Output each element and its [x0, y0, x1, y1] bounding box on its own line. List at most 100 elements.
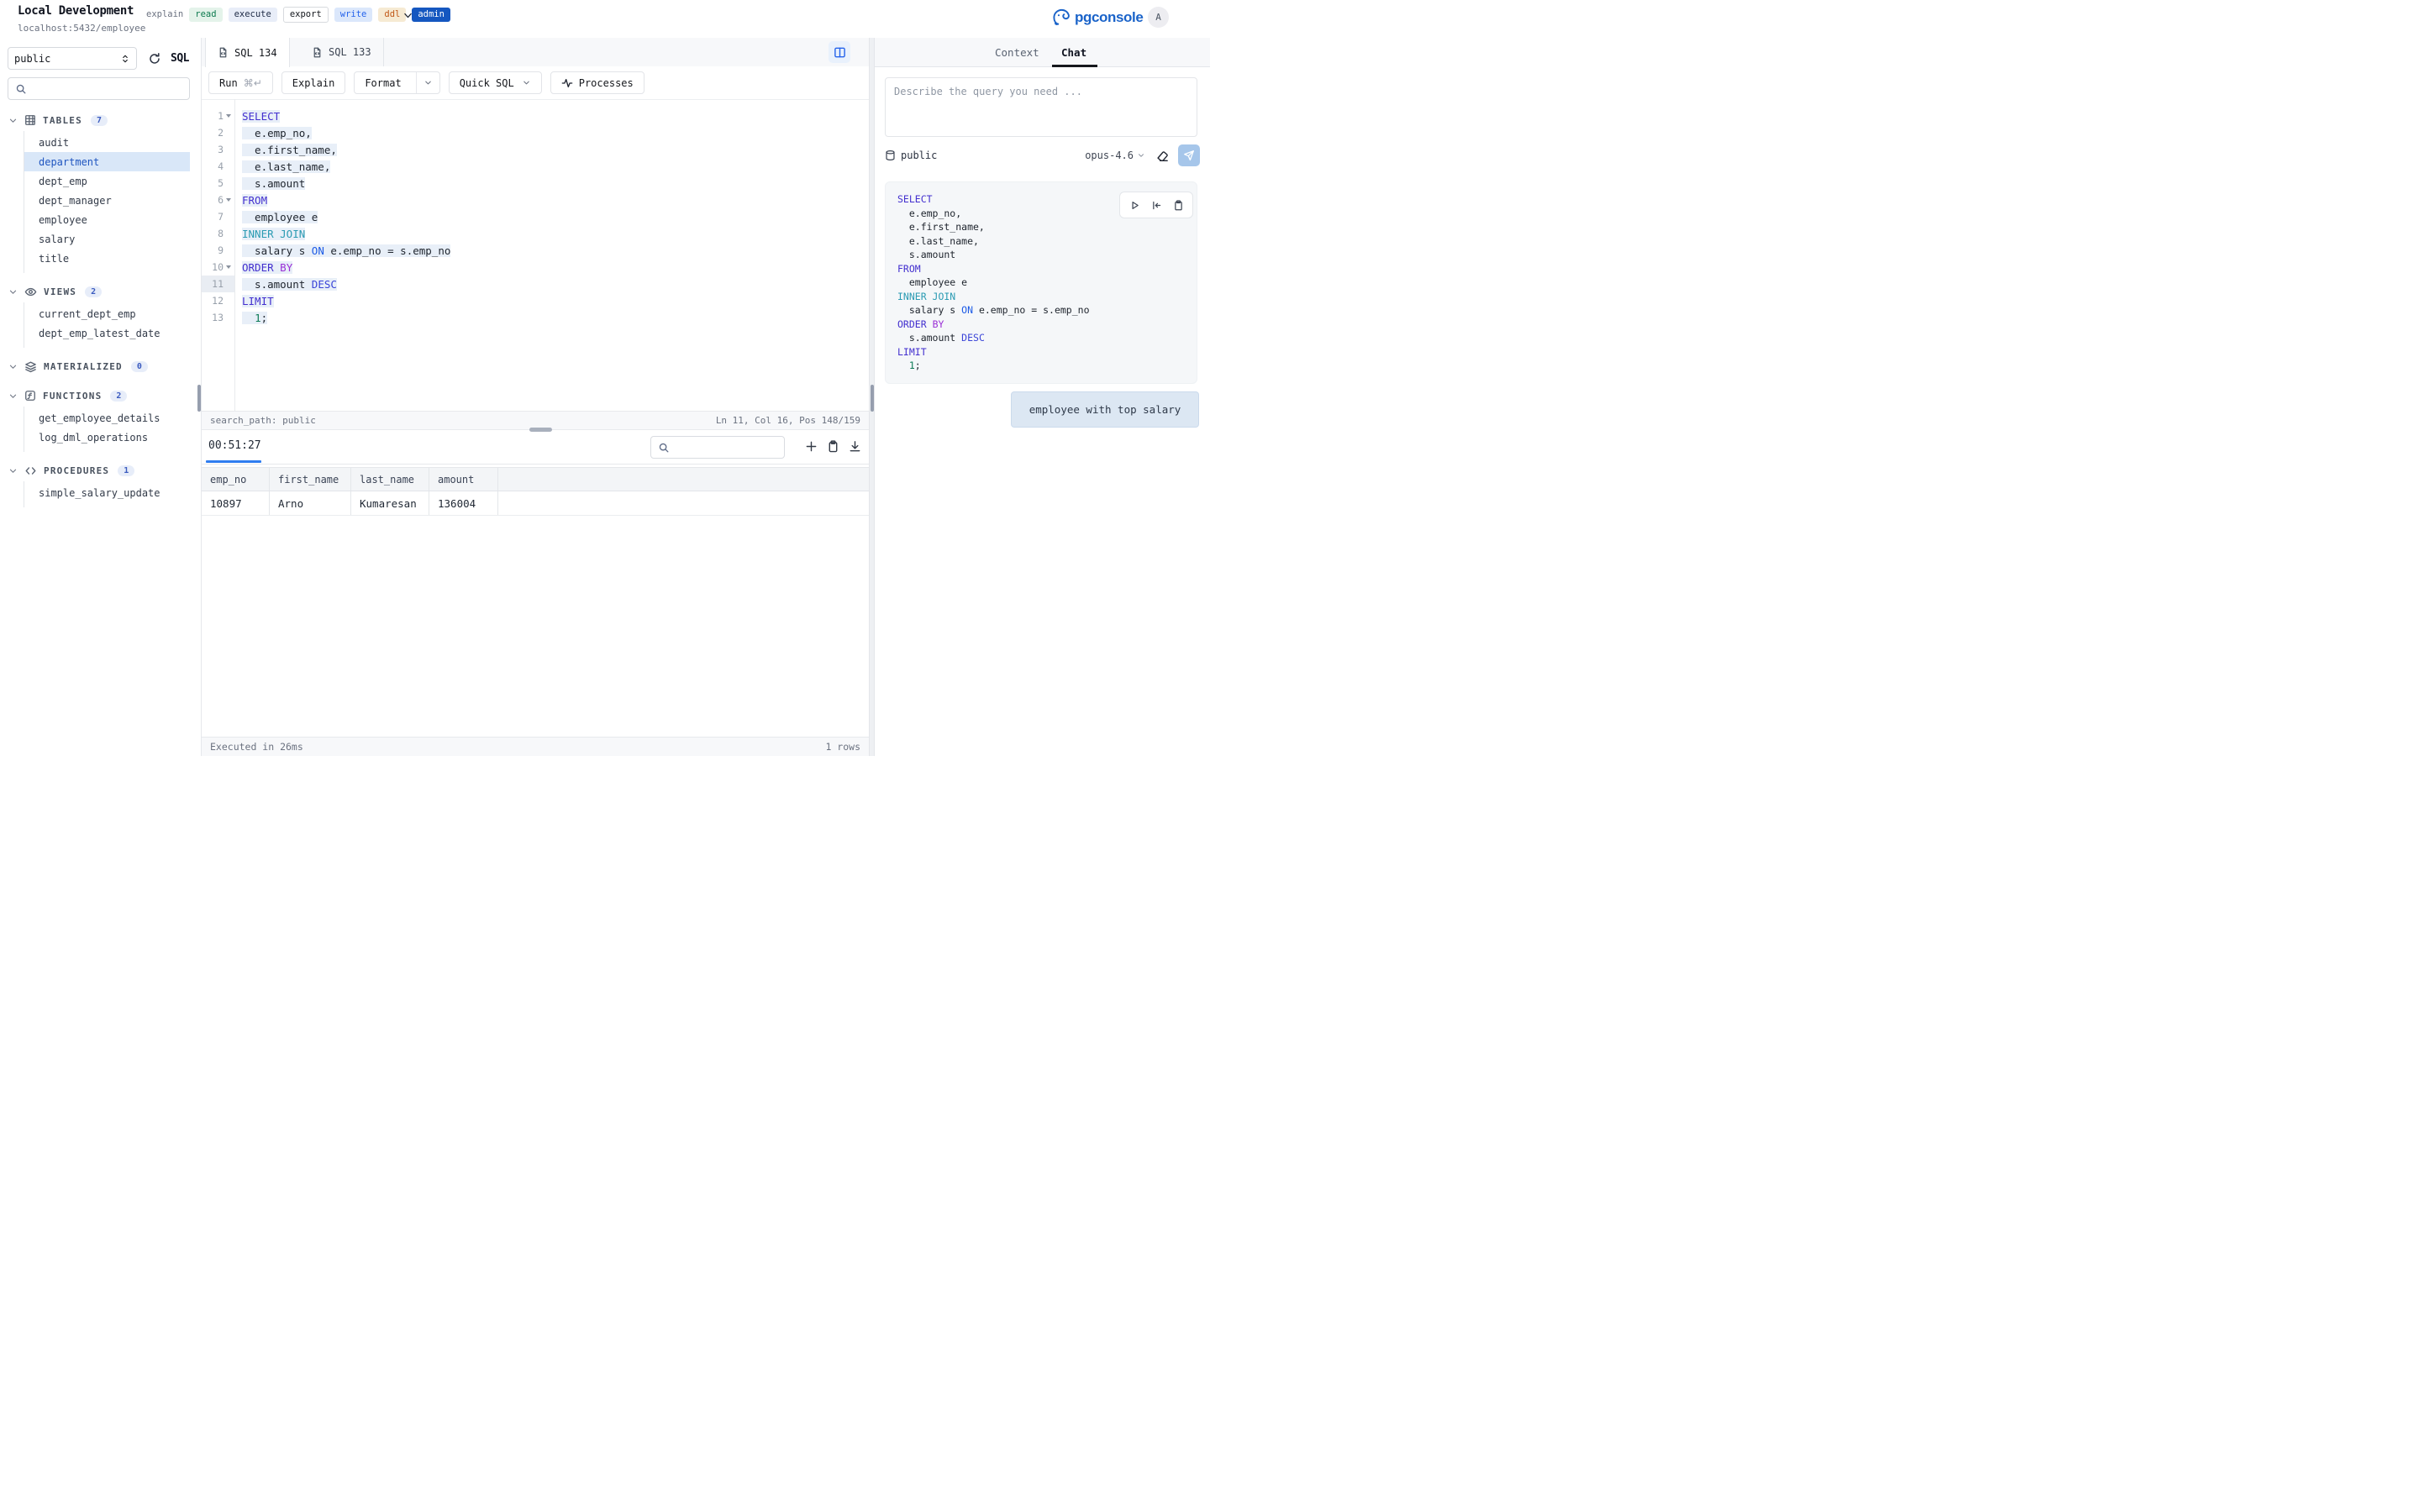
table-cell[interactable]: Arno	[270, 491, 351, 515]
table-cell[interactable]: 10897	[202, 491, 270, 515]
avatar[interactable]: A	[1148, 7, 1169, 28]
copy-results-icon[interactable]	[827, 440, 839, 453]
tree-item-audit[interactable]: audit	[24, 133, 190, 152]
chat-code-line-6: FROM	[897, 262, 1185, 276]
column-header-emp_no[interactable]: emp_no	[202, 468, 270, 491]
tree-item-dept_emp_latest_date[interactable]: dept_emp_latest_date	[24, 323, 190, 343]
tree-item-dept_manager[interactable]: dept_manager	[24, 191, 190, 210]
run-button[interactable]: Run ⌘↵	[208, 71, 273, 94]
tab-chat[interactable]: Chat	[1061, 38, 1086, 66]
code-token: employee e	[242, 211, 318, 223]
sql-editor[interactable]: 12345678910111213 SELECT e.emp_no, e.fir…	[202, 99, 869, 411]
format-button[interactable]: Format	[354, 71, 439, 94]
copy-sql-icon[interactable]	[1173, 200, 1184, 211]
chevron-down-icon[interactable]	[8, 116, 18, 125]
permission-tag-admin: admin	[412, 8, 450, 22]
tree-item-simple_salary_update[interactable]: simple_salary_update	[24, 483, 190, 502]
tree-item-employee[interactable]: employee	[24, 210, 190, 229]
tab-sql-133[interactable]: SQL 133	[300, 38, 384, 66]
code-token: salary s	[897, 304, 961, 316]
processes-button[interactable]: Processes	[550, 71, 644, 94]
tab-sql-134[interactable]: SQL 134	[205, 38, 290, 67]
model-select[interactable]: opus-4.6	[1085, 150, 1145, 161]
format-caret-icon[interactable]	[416, 72, 439, 93]
permission-tag-explain: explain	[146, 8, 183, 22]
download-results-icon[interactable]	[849, 440, 861, 453]
chat-input[interactable]	[886, 78, 1197, 136]
sql-mode-label[interactable]: SQL	[171, 52, 189, 65]
count-badge: 2	[85, 286, 102, 297]
add-result-tab-icon[interactable]	[805, 440, 818, 453]
panel-resize-handle[interactable]	[871, 385, 874, 412]
column-header-first_name[interactable]: first_name	[270, 468, 351, 491]
editor-code[interactable]: SELECT e.emp_no, e.first_name, e.last_na…	[236, 99, 869, 411]
section-header-views[interactable]: VIEWS 2	[0, 281, 201, 302]
split-drag-handle[interactable]	[529, 428, 552, 432]
sidebar: public SQL TABLES7auditdepartmentdept_em…	[0, 38, 202, 756]
timer-active-indicator	[206, 460, 261, 463]
split-panel-icon[interactable]	[829, 41, 850, 63]
section-header-functions[interactable]: FUNCTIONS2	[0, 385, 201, 407]
sidebar-search-input[interactable]	[32, 82, 182, 96]
section-header-tables[interactable]: TABLES7	[0, 109, 201, 131]
chat-composer[interactable]	[885, 77, 1197, 137]
section-label: VIEWS	[44, 286, 76, 297]
code-line-9: salary s ON e.emp_no = s.emp_no	[236, 242, 869, 259]
refresh-icon[interactable]	[148, 52, 161, 66]
cursor-position-status: Ln 11, Col 16, Pos 148/159	[716, 415, 860, 426]
scope-label: public	[901, 150, 937, 161]
clear-chat-icon[interactable]	[1156, 150, 1169, 162]
line-number: 10	[212, 261, 224, 273]
chevron-down-icon[interactable]	[402, 10, 413, 21]
chevron-down-icon[interactable]	[8, 466, 18, 475]
code-token: SELECT	[897, 193, 933, 205]
run-label: Run	[219, 77, 238, 89]
explain-button[interactable]: Explain	[281, 71, 346, 94]
code-token: SELECT	[242, 110, 280, 123]
execution-time: Executed in 26ms	[210, 741, 303, 753]
tree-item-log_dml_operations[interactable]: log_dml_operations	[24, 428, 190, 447]
sql-file-icon	[312, 47, 323, 58]
fold-arrow-icon[interactable]	[224, 114, 233, 118]
tree-item-department[interactable]: department	[24, 152, 190, 171]
column-header-filler	[498, 468, 869, 491]
search-icon	[658, 442, 670, 454]
send-button[interactable]	[1178, 144, 1200, 166]
quick-sql-button[interactable]: Quick SQL	[449, 71, 542, 94]
code-token: ;	[915, 360, 921, 371]
tree-item-title[interactable]: title	[24, 249, 190, 268]
chevron-down-icon[interactable]	[8, 391, 18, 401]
tree-item-dept_emp[interactable]: dept_emp	[24, 171, 190, 191]
sidebar-resize-handle[interactable]	[197, 385, 201, 412]
fold-arrow-icon[interactable]	[224, 198, 233, 202]
section-header-materialized[interactable]: MATERIALIZED0	[0, 355, 201, 377]
results-search[interactable]	[650, 436, 785, 459]
table-row[interactable]: 10897ArnoKumaresan136004	[202, 491, 869, 516]
tab-label: SQL 134	[234, 47, 277, 59]
tree-item-current_dept_emp[interactable]: current_dept_emp	[24, 304, 190, 323]
section-header-procedures[interactable]: PROCEDURES1	[0, 459, 201, 481]
gutter-line-1: 1	[202, 108, 234, 124]
count-badge: 7	[91, 115, 108, 126]
result-timer-tab[interactable]: 00:51:27	[208, 439, 261, 452]
tab-context[interactable]: Context	[995, 38, 1039, 66]
quick-sql-label: Quick SQL	[460, 77, 514, 89]
tree-item-salary[interactable]: salary	[24, 229, 190, 249]
results-search-input[interactable]	[675, 441, 777, 454]
code-token: ORDER	[897, 318, 927, 330]
sidebar-search[interactable]	[8, 77, 190, 100]
chevron-down-icon[interactable]	[8, 362, 18, 371]
tree-item-get_employee_details[interactable]: get_employee_details	[24, 408, 190, 428]
fold-arrow-icon[interactable]	[224, 265, 233, 269]
schema-select[interactable]: public	[8, 47, 137, 70]
section-label: FUNCTIONS	[43, 391, 102, 402]
gutter-line-4: 4	[202, 158, 234, 175]
table-cell[interactable]: 136004	[429, 491, 498, 515]
run-suggestion-icon[interactable]	[1129, 200, 1140, 211]
chevron-down-icon[interactable]	[8, 287, 18, 297]
table-cell[interactable]: Kumaresan	[351, 491, 429, 515]
insert-to-editor-icon[interactable]	[1151, 200, 1162, 211]
code-token: employee e	[897, 276, 967, 288]
column-header-amount[interactable]: amount	[429, 468, 498, 491]
column-header-last_name[interactable]: last_name	[351, 468, 429, 491]
